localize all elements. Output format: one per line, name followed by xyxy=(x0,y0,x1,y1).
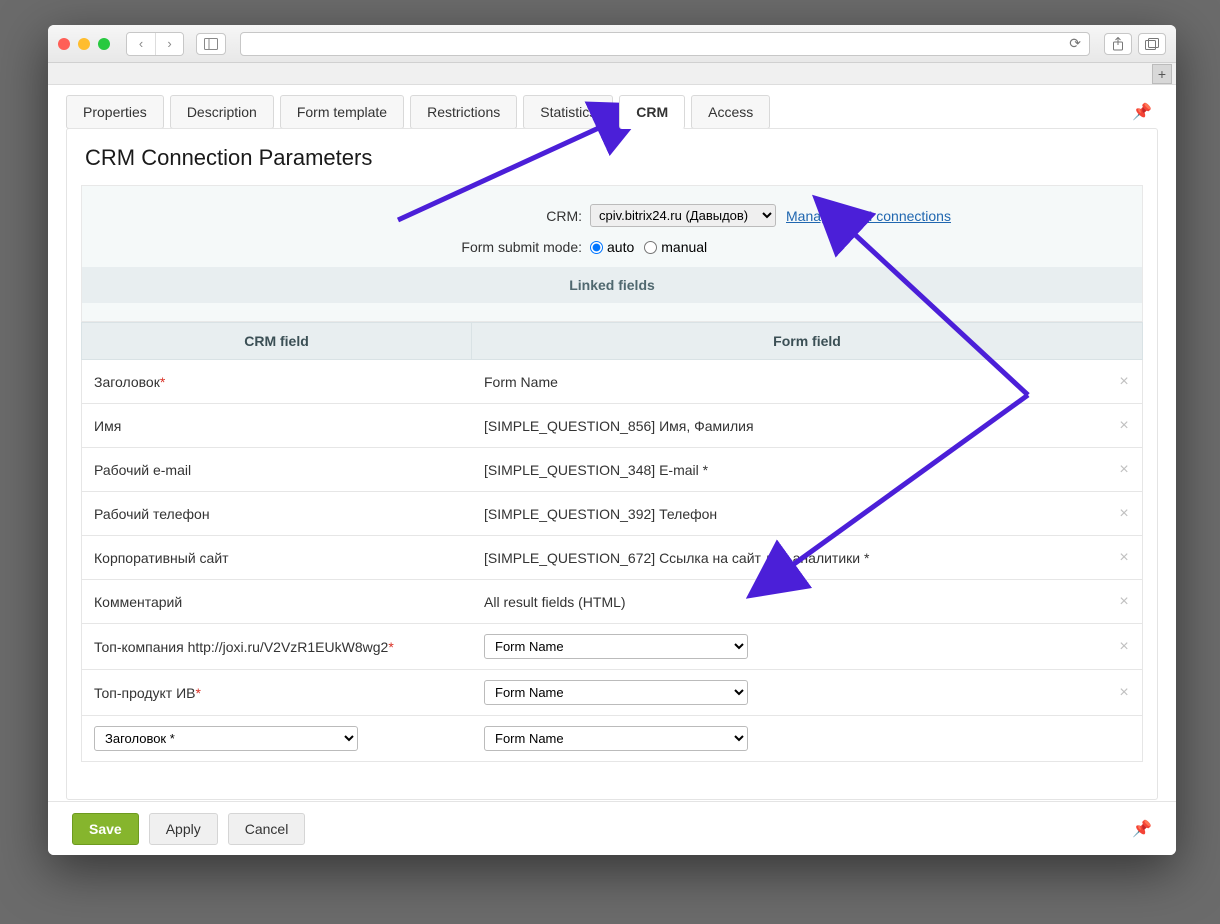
tabs-button[interactable] xyxy=(1138,33,1166,55)
window-zoom-button[interactable] xyxy=(98,38,110,50)
grid-header-crm: CRM field xyxy=(82,323,472,359)
grid-header-form: Form field xyxy=(472,323,1142,359)
table-row: Корпоративный сайт[SIMPLE_QUESTION_672] … xyxy=(81,536,1143,580)
window-minimize-button[interactable] xyxy=(78,38,90,50)
delete-row-button[interactable]: × xyxy=(1106,593,1142,611)
delete-row-button[interactable]: × xyxy=(1106,373,1142,391)
grid-header: CRM field Form field xyxy=(81,322,1143,360)
footer-pin-icon[interactable]: 📌 xyxy=(1132,819,1152,839)
tab-statistics[interactable]: Statistics xyxy=(523,95,613,129)
form-area: CRM: cpiv.bitrix24.ru (Давыдов) Manage C… xyxy=(81,185,1143,322)
crm-field-cell: Топ-продукт ИВ* xyxy=(82,675,472,711)
crm-field-cell: Имя xyxy=(82,408,472,444)
form-field-select[interactable]: Form Name xyxy=(484,634,748,659)
footer-bar: Save Apply Cancel 📌 xyxy=(48,801,1176,855)
submit-mode-row: Form submit mode: auto manual xyxy=(82,239,1142,255)
radio-manual-input[interactable] xyxy=(644,241,657,254)
form-field-cell: [SIMPLE_QUESTION_392] Телефон xyxy=(472,496,1106,532)
save-button[interactable]: Save xyxy=(72,813,139,845)
crm-field-cell: Топ-компания http://joxi.ru/V2VzR1EUkW8w… xyxy=(82,629,472,665)
table-row: Заголовок*Form Name× xyxy=(81,360,1143,404)
share-button[interactable] xyxy=(1104,33,1132,55)
reload-icon[interactable]: ⟳ xyxy=(1069,35,1081,52)
submit-mode-label: Form submit mode: xyxy=(82,239,590,255)
table-row: Топ-компания http://joxi.ru/V2VzR1EUkW8w… xyxy=(81,624,1143,670)
crm-label: CRM: xyxy=(82,208,590,224)
tab-restrictions[interactable]: Restrictions xyxy=(410,95,517,129)
crm-row: CRM: cpiv.bitrix24.ru (Давыдов) Manage C… xyxy=(82,204,1142,227)
form-field-cell: [SIMPLE_QUESTION_856] Имя, Фамилия xyxy=(472,408,1106,444)
content: Properties Description Form template Res… xyxy=(48,85,1176,855)
table-row: Рабочий телефон[SIMPLE_QUESTION_392] Тел… xyxy=(81,492,1143,536)
tabs-icon xyxy=(1145,38,1159,50)
content-tabs: Properties Description Form template Res… xyxy=(48,85,1176,129)
crm-field-cell: Рабочий телефон xyxy=(82,496,472,532)
table-row: КомментарийAll result fields (HTML)× xyxy=(81,580,1143,624)
delete-row-button[interactable]: × xyxy=(1106,417,1142,435)
tab-strip: + xyxy=(48,63,1176,85)
form-field-cell: Form Name xyxy=(472,624,1106,669)
cancel-button[interactable]: Cancel xyxy=(228,813,306,845)
page-title: CRM Connection Parameters xyxy=(67,129,1157,185)
form-field-select[interactable]: Form Name xyxy=(484,680,748,705)
new-tab-button[interactable]: + xyxy=(1152,64,1172,84)
toolbar-right-buttons xyxy=(1104,33,1166,55)
form-field-cell: Form Name xyxy=(472,670,1106,715)
linked-fields-grid: CRM field Form field Заголовок*Form Name… xyxy=(81,322,1143,762)
tab-crm[interactable]: CRM xyxy=(619,95,685,129)
radio-auto[interactable]: auto xyxy=(590,239,634,255)
crm-select[interactable]: cpiv.bitrix24.ru (Давыдов) xyxy=(590,204,776,227)
pin-icon[interactable]: 📌 xyxy=(1126,96,1158,128)
form-field-cell: [SIMPLE_QUESTION_348] E-mail * xyxy=(472,452,1106,488)
radio-manual-label: manual xyxy=(661,239,707,255)
tab-access[interactable]: Access xyxy=(691,95,770,129)
new-crm-field-select[interactable]: Заголовок * xyxy=(94,726,358,751)
table-row: Топ-продукт ИВ* Form Name × xyxy=(81,670,1143,716)
radio-manual[interactable]: manual xyxy=(644,239,707,255)
apply-button[interactable]: Apply xyxy=(149,813,218,845)
title-bar: ‹ › ⟳ xyxy=(48,25,1176,63)
window-close-button[interactable] xyxy=(58,38,70,50)
linked-fields-header: Linked fields xyxy=(82,267,1142,303)
delete-row-button[interactable]: × xyxy=(1106,549,1142,567)
required-marker: * xyxy=(196,685,201,701)
sidebar-toggle-button[interactable] xyxy=(196,33,226,55)
crm-field-cell: Рабочий e-mail xyxy=(82,452,472,488)
crm-field-cell: Корпоративный сайт xyxy=(82,540,472,576)
main-panel: CRM Connection Parameters CRM: cpiv.bitr… xyxy=(66,128,1158,800)
delete-row-button[interactable]: × xyxy=(1106,461,1142,479)
required-marker: * xyxy=(388,639,393,655)
new-mapping-row: Заголовок * Form Name xyxy=(81,716,1143,762)
radio-auto-input[interactable] xyxy=(590,241,603,254)
form-field-cell: Form Name xyxy=(472,364,1106,400)
radio-auto-label: auto xyxy=(607,239,634,255)
delete-row-button[interactable]: × xyxy=(1106,684,1142,702)
forward-button[interactable]: › xyxy=(155,33,183,55)
form-field-cell: All result fields (HTML) xyxy=(472,584,1106,620)
table-row: Имя[SIMPLE_QUESTION_856] Имя, Фамилия× xyxy=(81,404,1143,448)
manage-crm-link[interactable]: Manage CRM connections xyxy=(786,208,951,224)
traffic-lights xyxy=(58,38,110,50)
crm-field-cell: Комментарий xyxy=(82,584,472,620)
share-icon xyxy=(1112,37,1124,51)
table-row: Рабочий e-mail[SIMPLE_QUESTION_348] E-ma… xyxy=(81,448,1143,492)
tab-properties[interactable]: Properties xyxy=(66,95,164,129)
new-form-field-select[interactable]: Form Name xyxy=(484,726,748,751)
required-marker: * xyxy=(160,374,165,390)
delete-row-button[interactable]: × xyxy=(1106,505,1142,523)
tab-form-template[interactable]: Form template xyxy=(280,95,404,129)
tab-description[interactable]: Description xyxy=(170,95,274,129)
form-field-cell: [SIMPLE_QUESTION_672] Ссылка на сайт для… xyxy=(472,540,1106,576)
delete-row-button[interactable]: × xyxy=(1106,638,1142,656)
back-button[interactable]: ‹ xyxy=(127,33,155,55)
browser-window: ‹ › ⟳ + Properties Description Form temp… xyxy=(48,25,1176,855)
sidebar-icon xyxy=(204,38,218,50)
nav-buttons: ‹ › xyxy=(126,32,184,56)
url-bar[interactable]: ⟳ xyxy=(240,32,1090,56)
crm-field-cell: Заголовок* xyxy=(82,364,472,400)
